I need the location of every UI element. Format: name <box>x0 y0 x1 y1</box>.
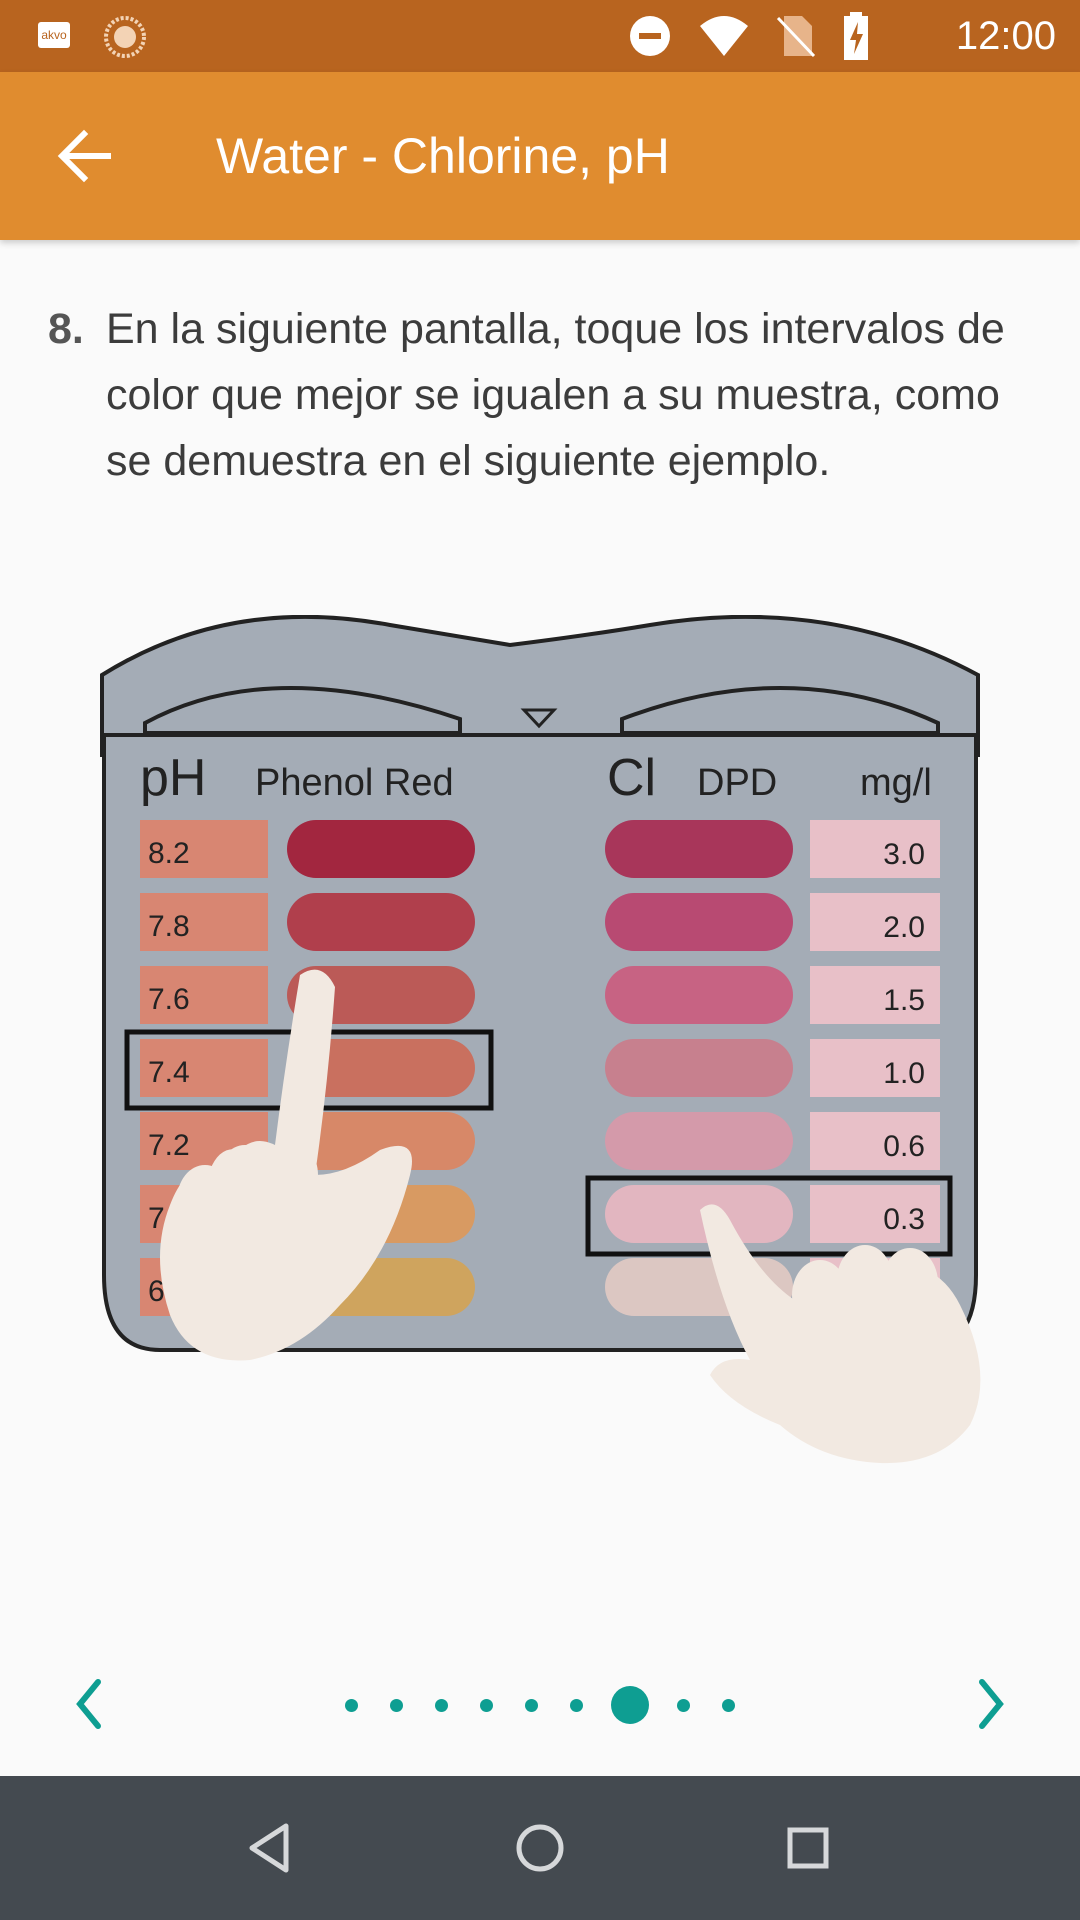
wifi-icon <box>700 16 748 56</box>
back-triangle-icon[interactable] <box>238 1816 302 1880</box>
ph-heading: pH <box>140 749 206 807</box>
dpd-swatch <box>605 966 793 1024</box>
page-dot[interactable] <box>435 1698 448 1712</box>
status-bar: akvo 12:00 <box>0 0 1080 72</box>
page-indicator <box>0 1660 1080 1750</box>
ph-value: 8.2 <box>148 837 190 870</box>
do-not-disturb-icon <box>630 16 670 56</box>
dpd-heading: DPD <box>697 762 777 804</box>
unit-heading: mg/l <box>860 762 932 804</box>
ph-value: 7.8 <box>148 910 190 943</box>
pager <box>0 1660 1080 1750</box>
page-dot[interactable] <box>480 1698 493 1712</box>
cl-value: 0.3 <box>883 1203 925 1236</box>
page-title: Water - Chlorine, pH <box>216 128 670 184</box>
page-dot[interactable] <box>677 1698 690 1712</box>
cl-value: 3.0 <box>883 838 925 871</box>
phenol-heading: Phenol Red <box>255 762 454 804</box>
dpd-swatch <box>605 1112 793 1170</box>
akvo-icon: akvo <box>38 22 70 48</box>
cl-heading: Cl <box>607 749 656 807</box>
arrow-left-icon[interactable] <box>50 122 118 190</box>
app-bar: Water - Chlorine, pH <box>0 72 1080 240</box>
battery-charging-icon <box>844 12 868 60</box>
page-dot[interactable] <box>525 1698 538 1712</box>
cl-value: 0.6 <box>883 1130 925 1163</box>
chevron-right-icon[interactable] <box>960 1674 1020 1734</box>
recents-square-icon[interactable] <box>776 1816 840 1880</box>
ph-value: 7.4 <box>148 1056 190 1089</box>
page-dot[interactable] <box>390 1698 403 1712</box>
dpd-swatch <box>605 820 793 878</box>
step-text: En la siguiente pantalla, toque los inte… <box>106 305 1005 485</box>
cl-value: 1.0 <box>883 1057 925 1090</box>
system-nav-bar <box>0 1776 1080 1920</box>
dpd-swatch <box>605 1185 793 1243</box>
no-sim-icon <box>776 16 816 58</box>
home-circle-icon[interactable] <box>508 1816 572 1880</box>
page-dot-active[interactable] <box>611 1686 649 1724</box>
step-number: 8. <box>48 305 84 353</box>
dpd-swatch <box>605 1039 793 1097</box>
dpd-swatch <box>605 893 793 951</box>
instruction: 8. En la siguiente pantalla, toque los i… <box>48 296 1008 494</box>
page-dot[interactable] <box>570 1698 583 1712</box>
sun-icon <box>104 16 146 58</box>
page-dot[interactable] <box>345 1698 358 1712</box>
status-icons <box>628 12 870 60</box>
color-chart-illustration: pH Phenol Red Cl DPD mg/l 8.2 3.0 7.8 2.0 7.… <box>100 615 981 1464</box>
cl-value: 2.0 <box>883 911 925 944</box>
ph-value: 7.2 <box>148 1129 190 1162</box>
page-dot[interactable] <box>722 1698 735 1712</box>
phenol-swatch <box>287 820 475 878</box>
cl-value: 1.5 <box>883 984 925 1017</box>
ph-value: 7.6 <box>148 983 190 1016</box>
phenol-swatch <box>287 893 475 951</box>
status-time: 12:00 <box>955 14 1056 58</box>
